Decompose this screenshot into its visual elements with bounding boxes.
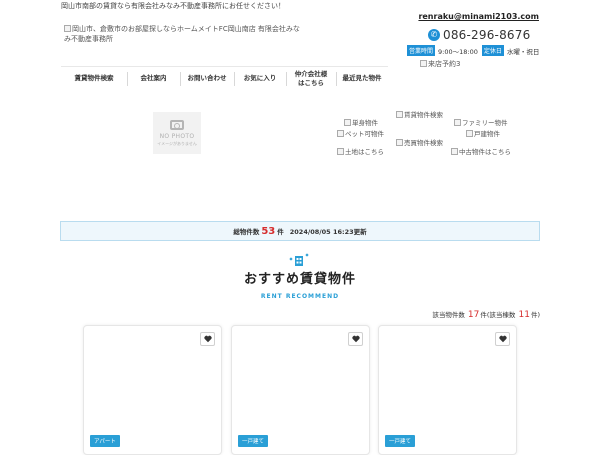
broken-image-icon <box>396 111 403 118</box>
category-label: 賃貸物件検索 <box>404 111 443 119</box>
hours-value: 9:00～18:00 <box>438 47 478 56</box>
no-photo-title: NO PHOTO <box>159 132 195 140</box>
count-number: 17 <box>467 310 480 320</box>
main-nav: 賃貸物件検索 会社案内 お問い合わせ お気に入り 仲介会社様はこちら 最近見た物… <box>61 66 388 90</box>
broken-image-icon <box>64 25 71 32</box>
category-family[interactable]: ファミリー物件 <box>454 117 508 127</box>
property-card[interactable]: アパート <box>83 325 222 455</box>
category-sale[interactable]: 売買物件検索 <box>396 137 443 147</box>
holiday-value: 水曜・祝日 <box>506 47 540 56</box>
category-label: ペット可物件 <box>345 130 384 138</box>
category-label: 戸建物件 <box>474 130 500 138</box>
broken-image-icon <box>337 130 344 137</box>
header-tagline: 岡山市南部の賃貸なら有限会社みなみ不動産事務所にお任せください！ <box>61 2 285 10</box>
property-type-badge: 一戸建て <box>385 435 416 447</box>
recommend-subtitle: RENT RECOMMEND <box>260 293 340 300</box>
broken-image-icon <box>396 139 403 146</box>
count-suffix: 件(該当棟数 <box>480 311 516 319</box>
match-count: 該当物件数 17件(該当棟数 11件) <box>432 309 540 320</box>
broken-image-icon <box>466 130 473 137</box>
stats-label: 総物件数 <box>233 228 260 236</box>
stats-count: 53 <box>261 225 276 237</box>
nav-recently-viewed[interactable]: 最近見た物件 <box>336 67 388 90</box>
category-pet[interactable]: ペット可物件 <box>337 128 384 138</box>
broken-image-icon <box>344 119 351 126</box>
favorite-button[interactable] <box>348 332 363 346</box>
site-logo[interactable]: 岡山市、倉敷市のお部屋探しならホームメイトFC岡山南店 有限会社みなみ不動産事務… <box>64 24 304 44</box>
property-card[interactable]: 一戸建て <box>378 325 517 455</box>
favorite-button[interactable] <box>495 332 510 346</box>
category-single[interactable]: 単身物件 <box>344 117 378 127</box>
category-label: 売買物件検索 <box>404 139 443 147</box>
holiday-label: 定休日 <box>481 45 504 56</box>
logo-alt-text: 岡山市、倉敷市のお部屋探しならホームメイトFC岡山南店 有限会社みなみ不動産事務… <box>64 25 300 43</box>
camera-icon <box>170 119 184 130</box>
property-type-badge: アパート <box>90 435 120 447</box>
heart-icon <box>498 335 507 343</box>
hours-label: 営業時間 <box>407 45 436 56</box>
property-card[interactable]: 一戸建て <box>231 325 370 455</box>
email-link[interactable]: renraku@minami2103.com <box>418 12 539 21</box>
category-label: 中古物件はこちら <box>459 148 511 156</box>
recommend-title: おすすめ賃貸物件 <box>243 272 356 287</box>
phone-number: 086-296-8676 <box>443 28 531 42</box>
buildings-number: 11 <box>518 310 530 320</box>
building-sparkle-icon <box>289 253 309 266</box>
no-photo-image: NO PHOTO イメージがありません <box>153 112 201 154</box>
category-land[interactable]: 土地はこちら <box>337 146 384 156</box>
buildings-suffix: 件) <box>530 311 540 319</box>
category-label: 単身物件 <box>352 119 378 127</box>
property-type-badge: 一戸建て <box>238 435 269 447</box>
category-rent-search[interactable]: 賃貸物件検索 <box>396 109 443 119</box>
nav-favorites[interactable]: お気に入り <box>234 67 286 90</box>
visit-alt-text: 来店予約3 <box>428 60 461 68</box>
phone-contact[interactable]: ✆ 086-296-8676 <box>428 27 530 43</box>
category-label: ファミリー物件 <box>462 119 508 127</box>
property-stats-bar: 総物件数 53 件 2024/08/05 16:23更新 <box>60 221 540 241</box>
stats-unit: 件 <box>277 228 284 236</box>
stats-updated: 2024/08/05 16:23更新 <box>289 228 367 236</box>
nav-rent-search[interactable]: 賃貸物件検索 <box>61 67 127 90</box>
no-photo-subtitle: イメージがありません <box>157 140 197 146</box>
phone-icon: ✆ <box>428 29 440 41</box>
visit-reservation-link[interactable]: 来店予約3 <box>420 59 460 69</box>
nav-contact[interactable]: お問い合わせ <box>180 67 234 90</box>
count-prefix: 該当物件数 <box>432 311 465 319</box>
heart-icon <box>203 335 212 343</box>
business-hours: 営業時間 9:00～18:00 定休日 水曜・祝日 <box>407 45 543 56</box>
broken-image-icon <box>451 148 458 155</box>
heart-icon <box>351 335 360 343</box>
broken-image-icon <box>420 60 427 67</box>
broken-image-icon <box>454 119 461 126</box>
category-label: 土地はこちら <box>345 148 384 156</box>
category-used[interactable]: 中古物件はこちら <box>451 146 511 156</box>
category-house[interactable]: 戸建物件 <box>466 128 500 138</box>
favorite-button[interactable] <box>200 332 215 346</box>
nav-company[interactable]: 会社案内 <box>127 67 180 90</box>
broken-image-icon <box>337 148 344 155</box>
nav-agents[interactable]: 仲介会社様はこちら <box>286 67 336 90</box>
